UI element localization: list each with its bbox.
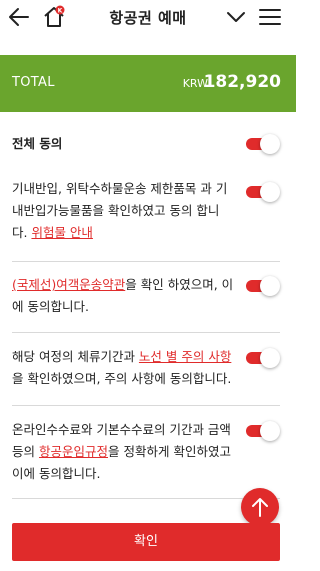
- dangerous-goods-link[interactable]: 위험물 안내: [31, 225, 92, 240]
- agreement-text: 해당 여정의 체류기간과 노선 별 주의 사항을 확인하였으며, 주의 사항에 …: [12, 349, 232, 386]
- agreement-toggle-2[interactable]: [246, 276, 280, 296]
- confirm-button[interactable]: 확인: [12, 523, 280, 561]
- agreement-text: (국제선)여객운송약관을 확인 하였으며, 이에 동의합니다.: [12, 277, 234, 314]
- agreement-text: 온라인수수료와 기본수수료의 기간과 금액 등의 항공운임규정을 정확하게 확인…: [12, 422, 231, 481]
- agreement-toggle-1[interactable]: [246, 182, 280, 202]
- agreement-item-2: (국제선)여객운송약관을 확인 하였으며, 이에 동의합니다.: [12, 274, 280, 318]
- divider: [12, 261, 280, 262]
- agree-all-label: 전체 동의: [12, 136, 63, 151]
- total-label: TOTAL: [12, 75, 55, 90]
- arrow-up-icon: [252, 498, 268, 517]
- page-title: 항공권 예매: [109, 9, 187, 27]
- agreement-text: 기내반입, 위탁수하물운송 제한품목 과 기내반입가능물품을 확인하였고 동의 …: [12, 181, 228, 240]
- agreement-toggle-4[interactable]: [246, 421, 280, 441]
- agree-all-row: 전체 동의: [12, 133, 280, 155]
- divider: [12, 332, 280, 333]
- route-notice-link[interactable]: 노선 별 주의 사항: [139, 349, 231, 364]
- scroll-top-button[interactable]: [241, 488, 279, 526]
- carriage-terms-link[interactable]: (국제선)여객운송약관: [12, 277, 125, 292]
- chevron-down-icon[interactable]: [226, 8, 246, 26]
- app-header: K 항공권 예매: [0, 0, 296, 34]
- divider: [12, 498, 280, 499]
- fare-rules-link[interactable]: 항공운임규정: [39, 444, 108, 459]
- agreement-toggle-3[interactable]: [246, 348, 280, 368]
- agree-all-toggle[interactable]: [246, 134, 280, 154]
- agreement-item-3: 해당 여정의 체류기간과 노선 별 주의 사항을 확인하였으며, 주의 사항에 …: [12, 346, 280, 390]
- agreement-item-1: 기내반입, 위탁수하물운송 제한품목 과 기내반입가능물품을 확인하였고 동의 …: [12, 178, 280, 246]
- hamburger-menu-icon[interactable]: [259, 8, 281, 26]
- agreement-item-4: 온라인수수료와 기본수수료의 기간과 금액 등의 항공운임규정을 정확하게 확인…: [12, 419, 280, 485]
- total-price-bar: TOTAL KRW 182,920: [0, 55, 296, 112]
- total-amount: 182,920: [203, 72, 281, 92]
- divider: [12, 405, 280, 406]
